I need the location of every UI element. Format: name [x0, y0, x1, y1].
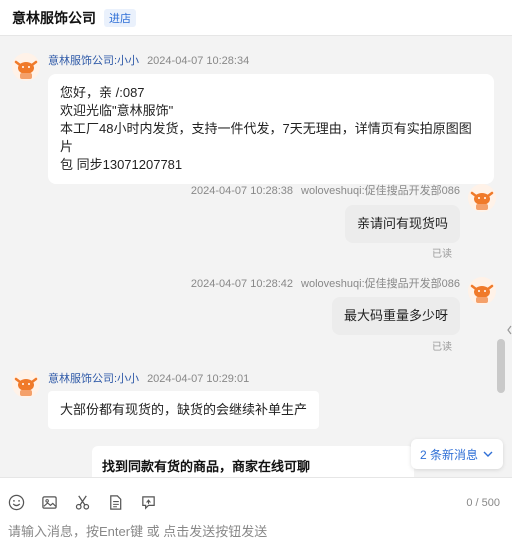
avatar-icon[interactable] — [468, 277, 496, 305]
message-line: 本工厂48小时内发货，支持一件代发，7天无理由，详情页有实拍原图图片 — [60, 121, 472, 154]
read-status: 已读 — [432, 249, 452, 260]
message-bubble: 亲请问有现货吗 — [344, 205, 460, 243]
chevron-down-icon — [483, 451, 493, 457]
image-icon[interactable] — [39, 492, 59, 512]
sender-name[interactable]: 意林服饰公司:小小 — [48, 55, 139, 67]
message-meta: 2024-04-07 10:28:38 woloveshuqi:促佳搜品开发部08… — [191, 182, 460, 198]
read-status: 已读 — [432, 342, 452, 353]
enter-shop-button[interactable]: 进店 — [104, 8, 136, 27]
message-input[interactable] — [8, 522, 504, 540]
char-counter: 0 / 500 — [466, 497, 500, 509]
message-line: 欢迎光临"意林服饰" — [60, 103, 174, 118]
side-collapse-icon[interactable] — [505, 319, 512, 341]
message-list[interactable]: 意林服饰公司:小小 2024-04-07 10:28:34 您好，亲 /:087 … — [0, 37, 512, 477]
scissors-icon[interactable] — [72, 492, 92, 512]
composer-toolbar — [6, 492, 171, 512]
avatar-icon[interactable] — [12, 370, 40, 398]
sender-name[interactable]: woloveshuqi:促佳搜品开发部086 — [301, 278, 460, 290]
emoji-icon[interactable] — [6, 492, 26, 512]
new-messages-label: 2 条新消息 — [419, 447, 478, 462]
new-messages-button[interactable]: 2 条新消息 — [411, 439, 503, 469]
message-time: 2024-04-07 10:28:42 — [190, 278, 294, 290]
message-composer: 0 / 500 — [0, 477, 512, 544]
message-line: 您好，亲 /:087 — [60, 85, 145, 100]
same-product-card[interactable]: 找到同款有货的商品，商家在线可聊 — [92, 446, 414, 477]
message-meta: 意林服饰公司:小小 2024-04-07 10:29:01 — [48, 370, 249, 386]
message-bubble: 最大码重量多少呀 — [331, 297, 460, 335]
sender-name[interactable]: woloveshuqi:促佳搜品开发部086 — [301, 185, 460, 197]
message-meta: 意林服饰公司:小小 2024-04-07 10:28:34 — [48, 52, 249, 68]
message-line: 包 同步13071207781 — [60, 157, 183, 172]
sender-name[interactable]: 意林服饰公司:小小 — [48, 373, 139, 385]
chat-header: 意林服饰公司 进店 — [0, 0, 512, 36]
message-time: 2024-04-07 10:28:34 — [147, 55, 250, 67]
message-meta: 2024-04-07 10:28:42 woloveshuqi:促佳搜品开发部08… — [191, 275, 460, 291]
message-time: 2024-04-07 10:28:38 — [190, 185, 294, 197]
message-time: 2024-04-07 10:29:01 — [147, 373, 250, 385]
document-icon[interactable] — [105, 492, 125, 512]
avatar-icon[interactable] — [468, 184, 496, 212]
message-bubble: 您好，亲 /:087 欢迎光临"意林服饰" 本工厂48小时内发货，支持一件代发，… — [48, 74, 494, 184]
refresh-icon[interactable] — [138, 492, 158, 512]
avatar-icon[interactable] — [12, 53, 40, 81]
message-bubble: 大部份都有现货的，缺货的会继续补单生产 — [48, 391, 320, 429]
scrollbar-thumb[interactable] — [497, 339, 505, 393]
shop-name[interactable]: 意林服饰公司 — [12, 8, 96, 28]
